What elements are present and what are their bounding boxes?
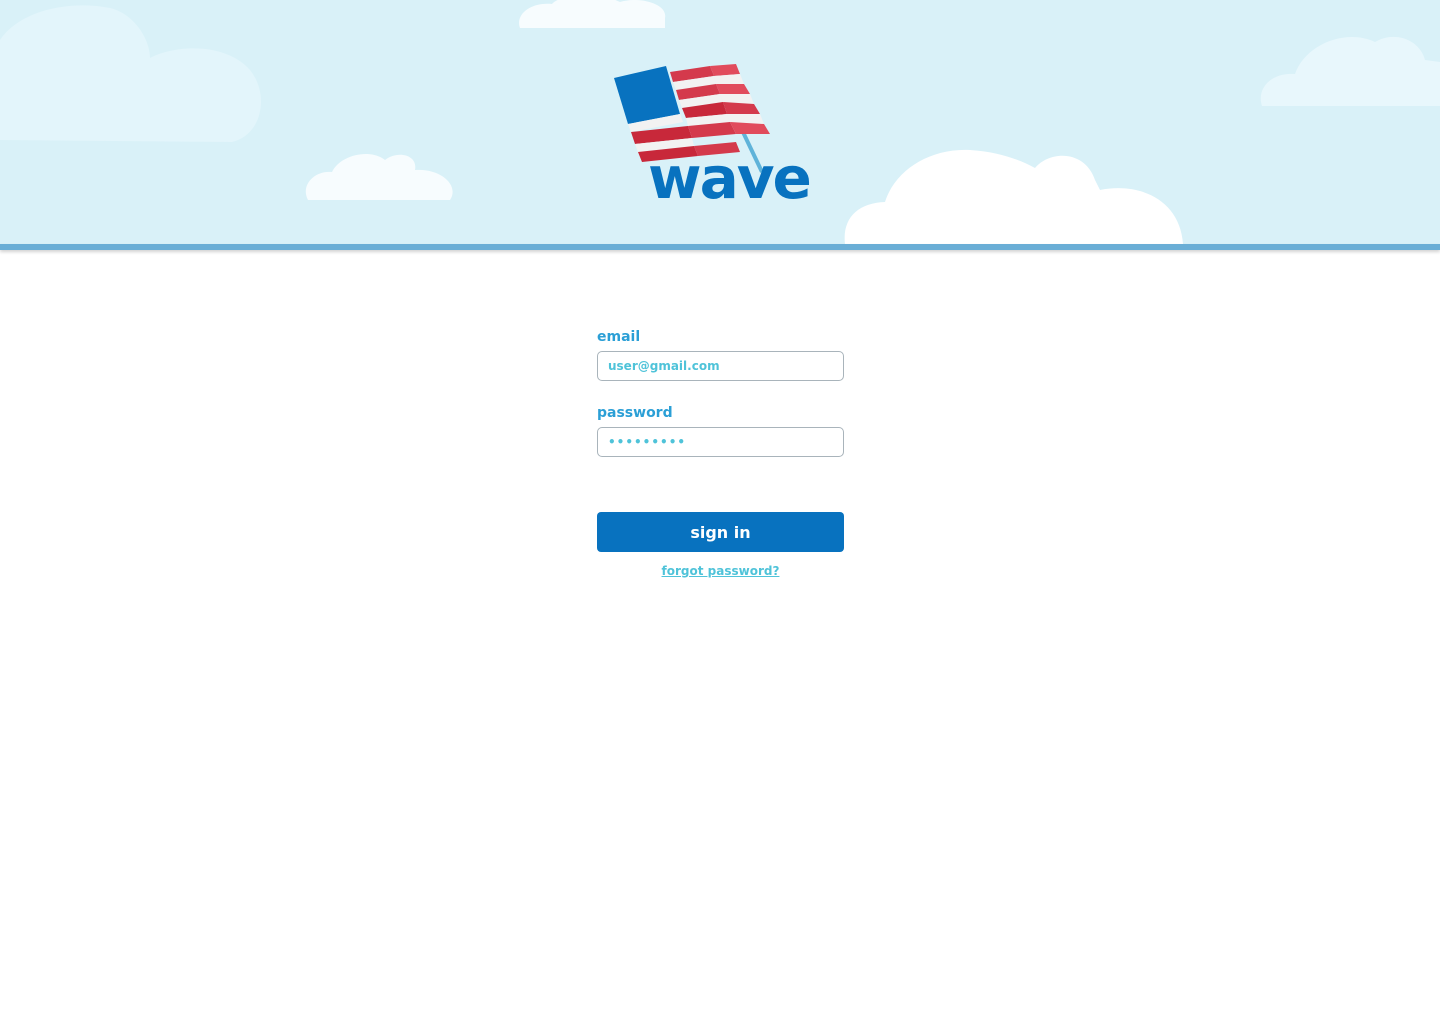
logo-wordmark: wave bbox=[648, 144, 810, 202]
cloud-right-big bbox=[844, 149, 1183, 244]
flag-stripe bbox=[723, 102, 760, 114]
cloud-top-middle bbox=[519, 0, 666, 28]
login-form: email password sign in forgot password? bbox=[597, 328, 844, 578]
email-field[interactable] bbox=[597, 351, 844, 381]
flag-stripe bbox=[730, 122, 770, 134]
email-label: email bbox=[597, 329, 641, 345]
cloud-small-left bbox=[305, 153, 453, 200]
cloud-left bbox=[0, 5, 262, 142]
wave-logo: wave bbox=[614, 64, 812, 202]
cloud-right-top bbox=[1260, 36, 1440, 106]
sky-header: wave bbox=[0, 0, 1440, 244]
flag-stripe bbox=[710, 64, 740, 76]
password-label: password bbox=[597, 405, 673, 421]
sign-in-button[interactable]: sign in bbox=[597, 512, 844, 552]
flag-stripe bbox=[716, 84, 750, 94]
flag-canton bbox=[614, 66, 680, 124]
password-field[interactable] bbox=[597, 427, 844, 457]
header-border bbox=[0, 244, 1440, 250]
forgot-password-link[interactable]: forgot password? bbox=[597, 564, 844, 578]
